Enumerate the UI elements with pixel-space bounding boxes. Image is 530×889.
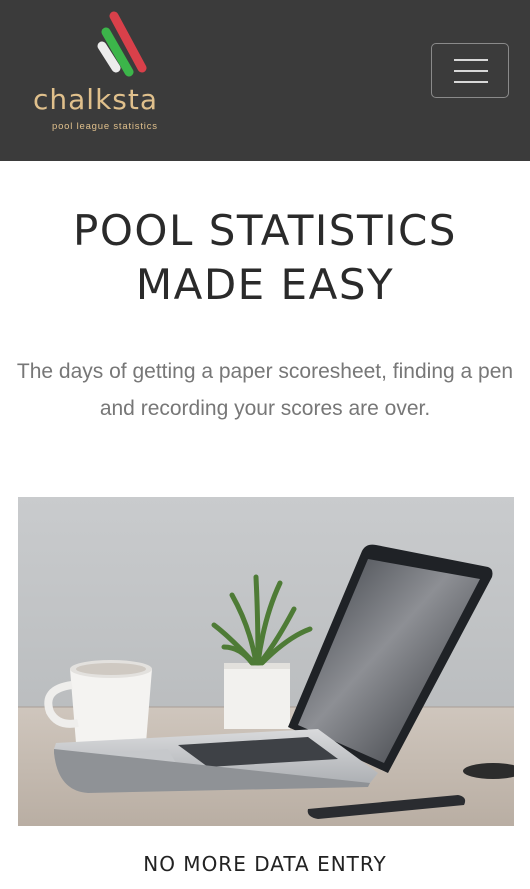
- hero-title: POOL STATISTICS MADE EASY: [0, 204, 530, 312]
- chalk-sticks-logo-icon: [97, 11, 147, 77]
- brand-logo[interactable]: chalksta pool league statistics: [30, 10, 200, 135]
- menu-toggle-button[interactable]: [431, 43, 509, 98]
- section-heading-no-more-data-entry: NO MORE DATA ENTRY: [143, 852, 387, 876]
- brand-name: chalksta: [33, 83, 159, 116]
- hero-subtitle: The days of getting a paper scoresheet, …: [16, 360, 514, 420]
- hero-title-line1: POOL STATISTICS: [73, 206, 457, 255]
- laptop-plant-coffee-desk-image: [18, 497, 514, 826]
- brand-tagline: pool league statistics: [52, 121, 158, 132]
- hero-title-line2: MADE EASY: [135, 260, 395, 309]
- top-navbar: chalksta pool league statistics: [0, 0, 530, 161]
